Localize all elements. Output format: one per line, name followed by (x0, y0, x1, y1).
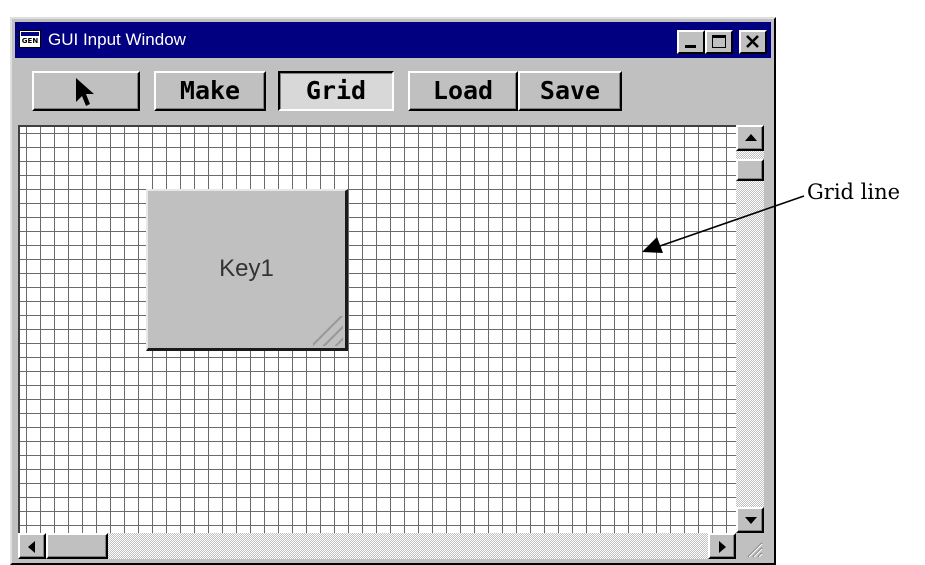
pointer-tool-button[interactable] (32, 71, 140, 111)
scroll-up-button[interactable] (736, 125, 764, 151)
grid-canvas[interactable]: Key1 (18, 125, 736, 533)
horizontal-scrollbar[interactable] (18, 533, 736, 559)
close-button[interactable] (739, 30, 767, 54)
arrow-pointer-icon (76, 78, 94, 106)
vertical-scrollbar[interactable] (736, 125, 764, 533)
size-grip-icon (747, 542, 763, 558)
maximize-button[interactable] (705, 30, 733, 54)
load-button[interactable]: Load (408, 71, 518, 111)
save-button[interactable]: Save (518, 71, 622, 111)
toolbar: Make Grid Load Save (12, 61, 774, 121)
minimize-button[interactable] (677, 30, 705, 54)
arrow-up-icon (745, 134, 757, 141)
close-icon (746, 35, 759, 48)
arrow-down-icon (745, 517, 757, 524)
make-button[interactable]: Make (154, 71, 266, 111)
key-label: Key1 (219, 255, 274, 282)
app-icon-text: GEN (21, 37, 39, 45)
key-widget[interactable]: Key1 (146, 189, 348, 351)
maximize-icon (712, 35, 726, 48)
grid-line-annotation: Grid line (807, 180, 901, 204)
window-title: GUI Input Window (48, 30, 186, 49)
gui-input-window: GEN GUI Input Window Make Grid Load Save… (10, 17, 776, 565)
grid-toggle-button[interactable]: Grid (278, 71, 394, 111)
arrow-left-icon (28, 541, 35, 553)
vertical-scroll-thumb[interactable] (736, 159, 764, 181)
title-bar[interactable]: GEN GUI Input Window (15, 22, 771, 58)
scroll-left-button[interactable] (18, 533, 46, 559)
scroll-down-button[interactable] (736, 507, 764, 533)
horizontal-scroll-thumb[interactable] (46, 533, 108, 559)
arrow-right-icon (719, 541, 726, 553)
resize-grip-icon[interactable] (313, 316, 343, 346)
app-icon[interactable]: GEN (19, 30, 41, 48)
window-size-grip[interactable] (736, 533, 764, 559)
scroll-right-button[interactable] (708, 533, 736, 559)
minimize-icon (685, 45, 696, 48)
